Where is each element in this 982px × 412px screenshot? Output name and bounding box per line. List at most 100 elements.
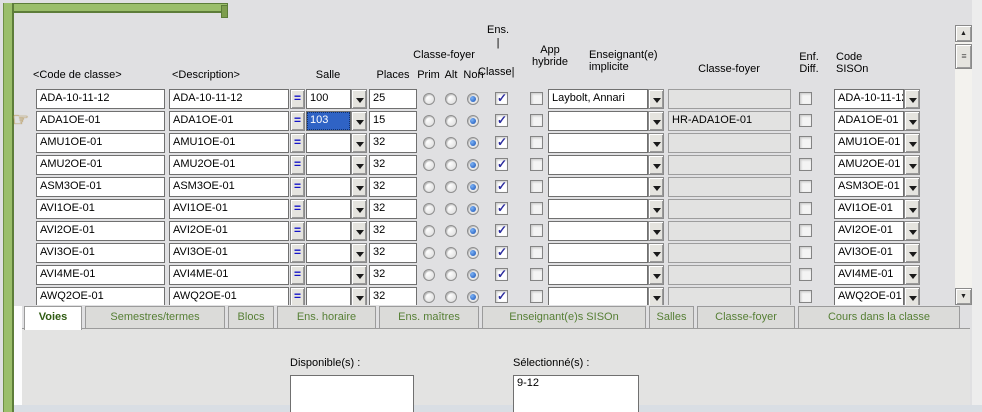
scroll-up-button[interactable]: ▲ [955,25,972,42]
foyer-non-radio[interactable] [467,181,479,193]
enf-diff-checkbox[interactable] [799,136,812,149]
sison-dropdown-arrow-icon[interactable] [904,265,920,285]
description-field[interactable]: AMU2OE-01 [169,155,289,175]
places-field[interactable]: 32 [369,287,417,305]
enseignant-implicite-field[interactable]: Laybolt, Annari [548,89,648,109]
scrollbar-thumb[interactable]: ≡ [955,44,972,69]
ens-classe-checkbox[interactable] [495,114,508,127]
foyer-alt-radio[interactable] [445,225,457,237]
salle-field[interactable] [306,177,351,197]
salle-dropdown-arrow-icon[interactable] [351,287,367,305]
code-sison-field[interactable]: AMU2OE-01 [834,155,904,175]
description-field[interactable]: AVI4ME-01 [169,265,289,285]
ens-classe-checkbox[interactable] [495,180,508,193]
foyer-prim-radio[interactable] [423,291,435,303]
enseignant-dropdown-arrow-icon[interactable] [648,265,664,285]
salle-dropdown-arrow-icon[interactable] [351,265,367,285]
enseignant-implicite-field[interactable] [548,287,648,305]
salle-dropdown-arrow-icon[interactable] [351,199,367,219]
salle-dropdown-arrow-icon[interactable] [351,221,367,241]
app-hybride-checkbox[interactable] [530,224,543,237]
foyer-non-radio[interactable] [467,137,479,149]
enf-diff-checkbox[interactable] [799,290,812,303]
salle-field[interactable] [306,133,351,153]
salle-field[interactable] [306,243,351,263]
enf-diff-checkbox[interactable] [799,268,812,281]
salle-dropdown-arrow-icon[interactable] [351,133,367,153]
code-sison-field[interactable]: ADA1OE-01 [834,111,904,131]
description-field[interactable]: ASM3OE-01 [169,177,289,197]
places-field[interactable]: 32 [369,177,417,197]
builder-button[interactable]: = [290,89,305,109]
foyer-prim-radio[interactable] [423,137,435,149]
app-hybride-checkbox[interactable] [530,136,543,149]
places-field[interactable]: 25 [369,89,417,109]
sison-dropdown-arrow-icon[interactable] [904,133,920,153]
sison-dropdown-arrow-icon[interactable] [904,155,920,175]
enf-diff-checkbox[interactable] [799,246,812,259]
ens-classe-checkbox[interactable] [495,202,508,215]
description-field[interactable]: AWQ2OE-01 [169,287,289,305]
ens-classe-checkbox[interactable] [495,246,508,259]
foyer-non-radio[interactable] [467,225,479,237]
scroll-down-button[interactable]: ▼ [955,288,972,305]
enseignant-dropdown-arrow-icon[interactable] [648,111,664,131]
foyer-alt-radio[interactable] [445,159,457,171]
foyer-prim-radio[interactable] [423,225,435,237]
enf-diff-checkbox[interactable] [799,180,812,193]
places-field[interactable]: 32 [369,199,417,219]
code-sison-field[interactable]: AWQ2OE-01 [834,287,904,305]
foyer-alt-radio[interactable] [445,137,457,149]
foyer-alt-radio[interactable] [445,115,457,127]
salle-field[interactable]: 100 [306,89,351,109]
builder-button[interactable]: = [290,155,305,175]
places-field[interactable]: 32 [369,265,417,285]
enseignant-dropdown-arrow-icon[interactable] [648,243,664,263]
ens-classe-checkbox[interactable] [495,290,508,303]
foyer-alt-radio[interactable] [445,203,457,215]
tab-voies[interactable]: Voies [24,306,82,330]
salle-field[interactable] [306,199,351,219]
code-sison-field[interactable]: ADA-10-11-12 [834,89,904,109]
enseignant-dropdown-arrow-icon[interactable] [648,199,664,219]
places-field[interactable]: 32 [369,243,417,263]
enseignant-implicite-field[interactable] [548,155,648,175]
foyer-prim-radio[interactable] [423,247,435,259]
foyer-prim-radio[interactable] [423,269,435,281]
ens-classe-checkbox[interactable] [495,92,508,105]
builder-button[interactable]: = [290,265,305,285]
code-sison-field[interactable]: AVI3OE-01 [834,243,904,263]
enseignant-implicite-field[interactable] [548,199,648,219]
code-sison-field[interactable]: AVI4ME-01 [834,265,904,285]
salle-dropdown-arrow-icon[interactable] [351,89,367,109]
enf-diff-checkbox[interactable] [799,114,812,127]
salle-dropdown-arrow-icon[interactable] [351,243,367,263]
vertical-scrollbar[interactable]: ▲ ≡ ▼ [955,25,972,305]
salle-dropdown-arrow-icon[interactable] [351,111,367,131]
foyer-non-radio[interactable] [467,269,479,281]
foyer-prim-radio[interactable] [423,115,435,127]
tab-ens-horaire[interactable]: Ens. horaire [277,306,376,328]
code-sison-field[interactable]: ASM3OE-01 [834,177,904,197]
ens-classe-checkbox[interactable] [495,158,508,171]
places-field[interactable]: 32 [369,221,417,241]
enseignant-implicite-field[interactable] [548,221,648,241]
app-hybride-checkbox[interactable] [530,246,543,259]
selectionne-listbox[interactable]: 9-12 [513,375,639,412]
description-field[interactable]: AMU1OE-01 [169,133,289,153]
enseignant-dropdown-arrow-icon[interactable] [648,133,664,153]
code-sison-field[interactable]: AVI2OE-01 [834,221,904,241]
code-de-classe-field[interactable]: ADA-10-11-12 [36,89,165,109]
code-de-classe-field[interactable]: ASM3OE-01 [36,177,165,197]
ens-classe-checkbox[interactable] [495,268,508,281]
foyer-non-radio[interactable] [467,203,479,215]
foyer-non-radio[interactable] [467,247,479,259]
foyer-alt-radio[interactable] [445,269,457,281]
enf-diff-checkbox[interactable] [799,158,812,171]
foyer-alt-radio[interactable] [445,247,457,259]
enf-diff-checkbox[interactable] [799,224,812,237]
ens-classe-checkbox[interactable] [495,224,508,237]
sison-dropdown-arrow-icon[interactable] [904,221,920,241]
builder-button[interactable]: = [290,243,305,263]
app-hybride-checkbox[interactable] [530,180,543,193]
